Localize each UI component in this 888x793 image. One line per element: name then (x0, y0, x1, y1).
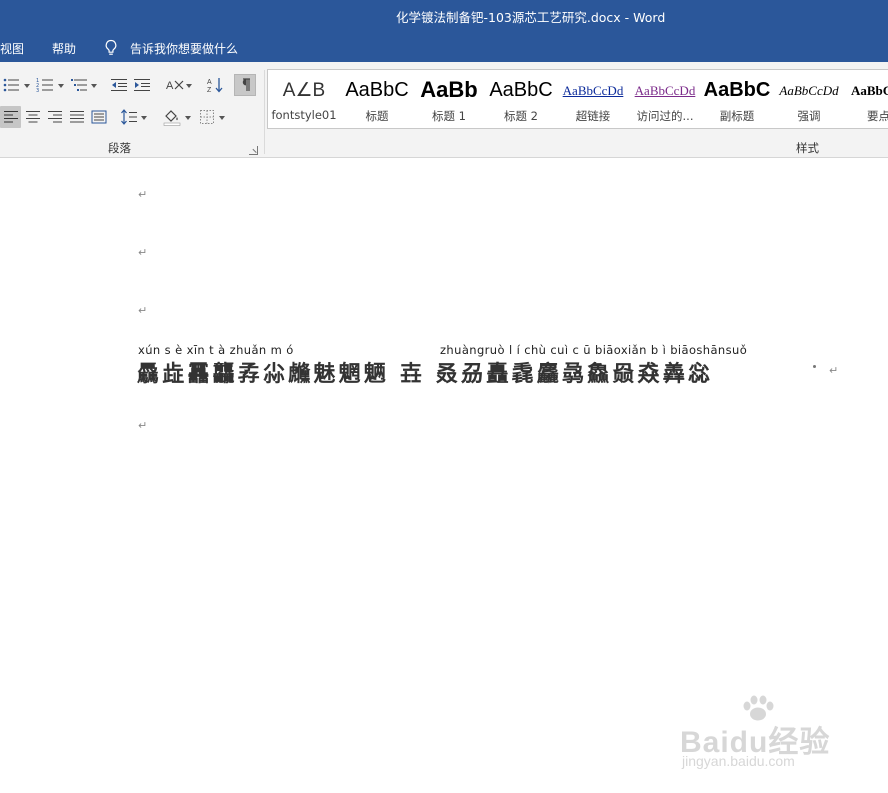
baidu-watermark: Baidu经验 jingyan.baidu.com (680, 695, 850, 775)
justify-icon (69, 111, 84, 123)
style-preview: AaBbCcDd (779, 83, 839, 98)
style-strong[interactable]: AaBbC 要点 (845, 70, 888, 128)
multilevel-dropdown-icon[interactable] (91, 84, 97, 88)
sort-button[interactable]: A Z (204, 74, 226, 96)
style-followed-hyperlink[interactable]: AaBbCcDd 访问过的... (629, 70, 701, 128)
menu-help[interactable]: 帮助 (52, 40, 76, 57)
svg-text:A: A (207, 79, 212, 86)
line-spacing-button[interactable] (118, 106, 140, 128)
styles-group-label: 样式 (796, 141, 819, 155)
distributed-button[interactable] (88, 106, 109, 128)
numbering-icon: 1 2 3 (36, 78, 53, 93)
style-preview: A∠B (282, 80, 326, 101)
line-spacing-icon (121, 109, 137, 125)
svg-text:3: 3 (36, 88, 39, 93)
increase-indent-button[interactable] (131, 74, 153, 96)
justify-button[interactable] (66, 106, 87, 128)
chinese-text-line: 驫歮靐龘孨尛虪魅魍魉 壵 叒刕矗毳麤骉鱻赑猋羴惢 (137, 362, 714, 387)
style-name: 要点 (867, 109, 888, 123)
multilevel-list-icon (71, 79, 87, 91)
style-name: 标题 1 (432, 109, 466, 123)
svg-text:Z: Z (207, 87, 212, 94)
paragraph-mark: ↵ (138, 188, 148, 201)
style-preview: AaBbC (489, 79, 553, 101)
show-marks-button[interactable] (234, 74, 256, 96)
asian-layout-button[interactable]: A (164, 74, 186, 96)
numbering-button[interactable]: 1 2 3 (34, 74, 56, 96)
style-name: 副标题 (719, 109, 755, 123)
style-name: fontstyle01 (271, 108, 337, 122)
increase-indent-icon (134, 79, 150, 91)
style-fontstyle01[interactable]: A∠B fontstyle01 (268, 70, 340, 128)
title-bar: 化学镀法制备钯-103源芯工艺研究.docx - Word (0, 0, 888, 32)
style-preview: AaBbCcDd (562, 83, 624, 98)
align-left-icon (3, 111, 18, 123)
style-preview: AaBb (420, 77, 478, 102)
shading-dropdown-icon[interactable] (185, 116, 191, 120)
style-heading-1[interactable]: AaBb 标题 1 (413, 70, 485, 128)
pilcrow-icon (242, 78, 250, 91)
align-center-button[interactable] (22, 106, 43, 128)
bullets-icon (3, 78, 19, 92)
decrease-indent-button[interactable] (108, 74, 130, 96)
style-hyperlink[interactable]: AaBbCcDd 超链接 (557, 70, 629, 128)
borders-dropdown-icon[interactable] (219, 116, 225, 120)
paragraph-group-label: 段落 (108, 141, 131, 155)
borders-button[interactable] (196, 106, 218, 128)
style-subtitle[interactable]: AaBbC 副标题 (701, 70, 773, 128)
decrease-indent-icon (111, 79, 127, 91)
paragraph-mark: ↵ (138, 419, 148, 432)
group-separator (264, 70, 265, 154)
style-name: 标题 (365, 109, 389, 123)
styles-gallery: A∠B fontstyle01 AaBbC 标题 AaBb 标题 1 AaBbC… (267, 69, 888, 129)
align-right-button[interactable] (44, 106, 65, 128)
window-title: 化学镀法制备钯-103源芯工艺研究.docx - Word (396, 10, 666, 25)
paragraph-dialog-launcher-icon[interactable] (249, 146, 258, 155)
multilevel-list-button[interactable] (68, 74, 90, 96)
pinyin-annotation-right: zhuàngruò l í chù cuì c ū biāoxiǎn b ì b… (440, 343, 748, 357)
style-title[interactable]: AaBbC 标题 (341, 70, 413, 128)
svg-text:A: A (166, 80, 174, 92)
style-preview: AaBbC (345, 79, 409, 101)
shading-button[interactable] (160, 106, 184, 128)
style-name: 强调 (797, 109, 821, 123)
paragraph-mark: ↵ (138, 304, 148, 317)
asian-layout-icon: A (166, 80, 184, 92)
style-name: 超链接 (575, 109, 611, 123)
style-preview: AaBbC (851, 83, 888, 98)
sort-icon: A Z (207, 78, 223, 94)
space-mark (813, 365, 816, 368)
style-preview: AaBbCcDd (634, 83, 696, 98)
numbering-dropdown-icon[interactable] (58, 84, 64, 88)
pinyin-annotation-left: xún s è xīn t à zhuǎn m ó (138, 343, 294, 357)
bullets-button[interactable] (0, 74, 22, 96)
lightbulb-icon (105, 39, 117, 55)
paragraph-mark: ↵ (138, 246, 148, 259)
menu-bar: 视图 帮助 告诉我你想要做什么 (0, 32, 888, 62)
style-emphasis[interactable]: AaBbCcDd 强调 (773, 70, 845, 128)
asian-layout-dropdown-icon[interactable] (186, 84, 192, 88)
style-heading-2[interactable]: AaBbC 标题 2 (485, 70, 557, 128)
tell-me-search[interactable]: 告诉我你想要做什么 (130, 40, 238, 57)
align-left-button[interactable] (0, 106, 21, 128)
style-preview: AaBbC (703, 79, 771, 101)
align-center-icon (25, 111, 40, 123)
line-spacing-dropdown-icon[interactable] (141, 116, 147, 120)
watermark-url: jingyan.baidu.com (682, 753, 795, 769)
style-name: 访问过的... (636, 109, 694, 123)
paint-bucket-icon (163, 110, 181, 126)
align-right-icon (47, 111, 62, 123)
style-name: 标题 2 (504, 109, 538, 123)
bullets-dropdown-icon[interactable] (24, 84, 30, 88)
paragraph-mark: ↵ (829, 364, 839, 377)
distributed-icon (91, 110, 106, 124)
borders-icon (200, 110, 214, 124)
menu-view[interactable]: 视图 (0, 40, 24, 57)
